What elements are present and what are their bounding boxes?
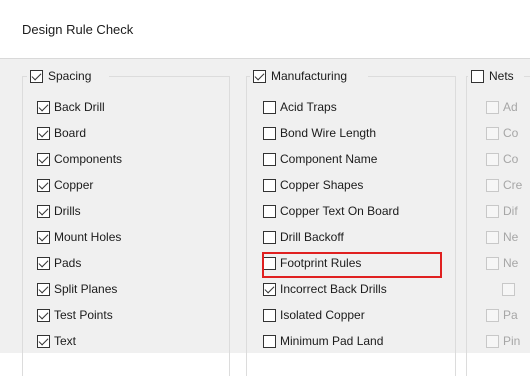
nets-item-10-checkbox[interactable] (486, 335, 499, 348)
drill-backoff-label: Drill Backoff (280, 230, 344, 244)
components-checkbox[interactable] (37, 153, 50, 166)
copper-shapes-checkbox[interactable] (263, 179, 276, 192)
spacing-group: Spacing Back Drill Board Components Copp… (22, 68, 230, 376)
split-planes-label: Split Planes (54, 282, 118, 296)
mount-holes-checkbox[interactable] (37, 231, 50, 244)
nets-item-6-checkbox[interactable] (486, 231, 499, 244)
nets-item-9-label: Pa (503, 308, 518, 322)
bond-wire-length-checkbox[interactable] (263, 127, 276, 140)
acid-traps-checkbox[interactable] (263, 101, 276, 114)
bond-wire-length-label: Bond Wire Length (280, 126, 377, 140)
nets-item-3-label: Co (503, 152, 519, 166)
nets-group: Nets Ad Co Co Cre Dif Ne Ne Pa Pin (466, 68, 530, 376)
nets-item-8-checkbox[interactable] (502, 283, 515, 296)
minimum-pad-land-label: Minimum Pad Land (280, 334, 384, 348)
component-name-label: Component Name (280, 152, 378, 166)
drill-backoff-checkbox[interactable] (263, 231, 276, 244)
mount-holes-label: Mount Holes (54, 230, 122, 244)
dialog-content: Spacing Back Drill Board Components Copp… (0, 59, 530, 376)
drills-label: Drills (54, 204, 81, 218)
window-title: Design Rule Check (22, 22, 134, 37)
back-drill-checkbox[interactable] (37, 101, 50, 114)
nets-item-6-label: Ne (503, 230, 519, 244)
highlight-box (262, 252, 442, 278)
copper-checkbox[interactable] (37, 179, 50, 192)
nets-item-4-checkbox[interactable] (486, 179, 499, 192)
manufacturing-group-checkbox[interactable]: Manufacturing (250, 68, 368, 84)
copper-shapes-label: Copper Shapes (280, 178, 364, 192)
nets-group-checkbox[interactable]: Nets (468, 68, 524, 84)
nets-group-label: Nets (489, 69, 514, 83)
copper-text-on-board-checkbox[interactable] (263, 205, 276, 218)
manufacturing-checkbox-box[interactable] (253, 70, 266, 83)
pads-label: Pads (54, 256, 82, 270)
title-bar: Design Rule Check (0, 0, 530, 59)
nets-item-7-checkbox[interactable] (486, 257, 499, 270)
nets-item-7-label: Ne (503, 256, 519, 270)
nets-item-5-label: Dif (503, 204, 518, 218)
nets-checkbox-box[interactable] (471, 70, 484, 83)
spacing-checkbox-box[interactable] (30, 70, 43, 83)
nets-item-1-label: Ad (503, 100, 518, 114)
nets-item-9-checkbox[interactable] (486, 309, 499, 322)
text-checkbox[interactable] (37, 335, 50, 348)
nets-item-1-checkbox[interactable] (486, 101, 499, 114)
components-label: Components (54, 152, 123, 166)
text-label: Text (54, 334, 77, 348)
nets-item-10-label: Pin (503, 334, 521, 348)
drills-checkbox[interactable] (37, 205, 50, 218)
nets-item-3-checkbox[interactable] (486, 153, 499, 166)
manufacturing-group: Manufacturing Acid Traps Bond Wire Lengt… (246, 68, 456, 376)
acid-traps-label: Acid Traps (280, 100, 337, 114)
minimum-pad-land-checkbox[interactable] (263, 335, 276, 348)
manufacturing-group-label: Manufacturing (271, 69, 348, 83)
pads-checkbox[interactable] (37, 257, 50, 270)
test-points-checkbox[interactable] (37, 309, 50, 322)
isolated-copper-checkbox[interactable] (263, 309, 276, 322)
board-label: Board (54, 126, 87, 140)
spacing-group-label: Spacing (48, 69, 92, 83)
component-name-checkbox[interactable] (263, 153, 276, 166)
nets-item-2-checkbox[interactable] (486, 127, 499, 140)
spacing-group-checkbox[interactable]: Spacing (27, 68, 109, 84)
split-planes-checkbox[interactable] (37, 283, 50, 296)
isolated-copper-label: Isolated Copper (280, 308, 365, 322)
nets-item-4-label: Cre (503, 178, 523, 192)
incorrect-back-drills-checkbox[interactable] (263, 283, 276, 296)
back-drill-label: Back Drill (54, 100, 105, 114)
copper-text-on-board-label: Copper Text On Board (280, 204, 400, 218)
copper-label: Copper (54, 178, 94, 192)
board-checkbox[interactable] (37, 127, 50, 140)
test-points-label: Test Points (54, 308, 113, 322)
nets-item-5-checkbox[interactable] (486, 205, 499, 218)
nets-item-2-label: Co (503, 126, 519, 140)
incorrect-back-drills-label: Incorrect Back Drills (280, 282, 387, 296)
